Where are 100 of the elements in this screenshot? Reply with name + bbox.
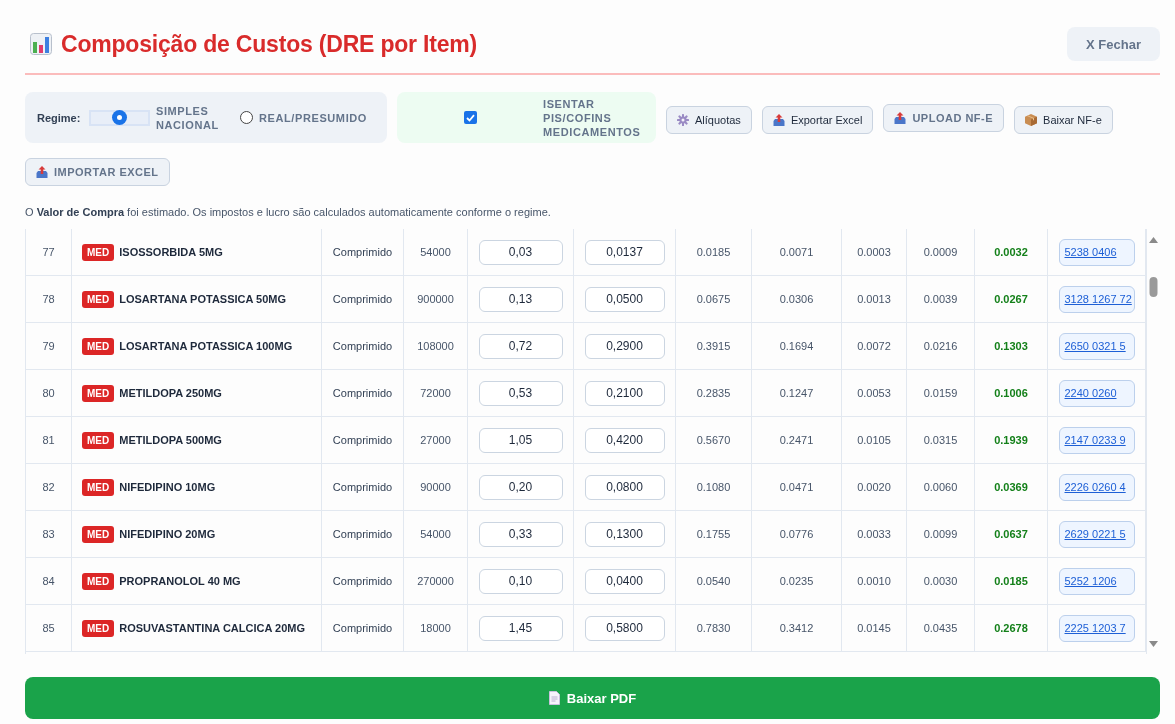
table-cell: 270000 (417, 575, 454, 587)
radio-button[interactable] (239, 111, 253, 124)
table-cell: 27000 (420, 434, 451, 446)
value-input[interactable]: 0,72 (478, 333, 563, 359)
page-title: Composição de Custos (DRE por Item) (61, 30, 477, 58)
link-button[interactable]: 2226 0260 4 (1058, 473, 1135, 501)
table-cell: 72000 (420, 387, 451, 399)
checkbox[interactable] (463, 111, 477, 124)
category-tag: MED (82, 290, 115, 308)
table-cell: 0.1006 (994, 387, 1028, 399)
category-tag: MED (82, 431, 115, 449)
table-cell: 0.0159 (923, 387, 958, 399)
product-name: LOSARTANA POTASSICA 100MG (119, 340, 293, 352)
download-button[interactable]: Baixar NF-e (1014, 106, 1113, 134)
table-cell: 0.0013 (857, 293, 891, 305)
table-cell: 0.0675 (696, 293, 731, 305)
table-cell: 0.0072 (857, 340, 891, 352)
product-name: METILDOPA 500MG (119, 434, 222, 446)
value-input[interactable]: 0,1300 (584, 521, 665, 547)
value-input[interactable]: 0,4200 (584, 427, 665, 453)
value-input[interactable]: 0,0400 (584, 568, 665, 594)
table-cell: 0.3915 (696, 340, 731, 352)
upload-button[interactable]: UPLOAD NF-E (883, 103, 1005, 132)
radio-label[interactable]: SIMPLES NACIONAL (155, 103, 230, 132)
value-input[interactable]: 0,20 (478, 474, 563, 500)
import-button[interactable]: IMPORTAR EXCEL (25, 158, 170, 186)
product-name: PROPRANOLOL 40 MG (119, 575, 241, 587)
table-cell: 0.0306 (779, 293, 814, 305)
table-cell: 0.0235 (779, 575, 814, 587)
value-input[interactable]: 0,53 (478, 380, 563, 406)
table-cell: Comprimido (332, 481, 393, 493)
export-button[interactable]: Exportar Excel (761, 106, 874, 134)
link-button[interactable]: 5252 1206 (1058, 567, 1135, 595)
table-cell: 0.0053 (857, 387, 891, 399)
gear-icon (677, 114, 689, 126)
category-tag: MED (82, 243, 115, 261)
value-input[interactable]: 0,33 (478, 521, 563, 547)
row-number: 84 (42, 575, 55, 587)
link-button[interactable]: 3128 1267 72 (1058, 285, 1135, 313)
link-button[interactable]: 5238 0406 (1058, 238, 1135, 266)
product-name: ISOSSORBIDA 5MG (119, 246, 223, 258)
table-cell: 0.2471 (779, 434, 814, 446)
category-tag: MED (82, 384, 115, 402)
value-input[interactable]: 0,2100 (584, 380, 665, 406)
table-cell: 0.0020 (857, 481, 891, 493)
value-input[interactable]: 0,0800 (584, 474, 665, 500)
close-button[interactable]: X Fechar (1067, 27, 1160, 61)
table-cell: 54000 (420, 246, 451, 258)
category-tag: MED (82, 337, 115, 355)
table-cell: 0.0105 (857, 434, 891, 446)
table-cell: 0.7830 (696, 622, 731, 634)
link-button[interactable]: 2650 0321 5 (1058, 332, 1135, 360)
category-tag: MED (82, 572, 115, 590)
table-cell: 108000 (417, 340, 454, 352)
table-cell: 54000 (420, 528, 451, 540)
table-cell: 0.0435 (923, 622, 958, 634)
table-cell: Comprimido (332, 434, 393, 446)
row-number: 78 (42, 293, 55, 305)
table-cell: 0.0032 (994, 246, 1028, 258)
document-icon (548, 691, 560, 705)
row-number: 81 (42, 434, 55, 446)
radio-label[interactable]: REAL/PRESUMIDO (258, 110, 367, 125)
row-number: 82 (42, 481, 55, 493)
value-input[interactable]: 1,45 (478, 615, 563, 641)
value-input[interactable]: 0,5800 (584, 615, 665, 641)
row-number: 85 (42, 622, 55, 634)
value-input[interactable]: 0,2900 (584, 333, 665, 359)
table-cell: 0.0185 (696, 246, 731, 258)
row-number: 77 (42, 246, 55, 258)
table-cell: 0.0471 (779, 481, 814, 493)
link-button[interactable]: 2240 0260 (1058, 379, 1135, 407)
table-cell: 0.0369 (994, 481, 1028, 493)
link-button[interactable]: 2147 0233 9 (1058, 426, 1135, 454)
link-button[interactable]: 2225 1203 7 (1058, 614, 1135, 642)
value-input[interactable]: 0,0500 (584, 286, 665, 312)
table-cell: 0.0267 (994, 293, 1028, 305)
table-cell: 0.0060 (923, 481, 958, 493)
table-cell: 0.0071 (779, 246, 814, 258)
checkbox-label[interactable]: ISENTAR PIS/COFINS MEDICAMENTOS (543, 96, 647, 139)
table-cell: 0.0185 (994, 575, 1028, 587)
table-cell: 0.1080 (696, 481, 731, 493)
product-name: ROSUVASTANTINA CALCICA 20MG (119, 622, 305, 634)
tray-arrow-icon (36, 166, 48, 178)
radio-button[interactable] (113, 111, 127, 124)
table-cell: 0.3412 (779, 622, 814, 634)
table-cell: 0.0030 (923, 575, 958, 587)
table-cell: 0.0099 (923, 528, 958, 540)
value-input[interactable]: 0,10 (478, 568, 563, 594)
value-input[interactable]: 0,13 (478, 286, 563, 312)
tray-arrow-icon (894, 111, 907, 124)
table-cell: 0.0540 (696, 575, 731, 587)
table-cell: 0.2678 (994, 622, 1028, 634)
value-input[interactable]: 0,0137 (584, 239, 665, 265)
value-input[interactable]: 0,03 (478, 239, 563, 265)
settings-button[interactable]: Alíquotas (666, 106, 752, 134)
category-tag: MED (82, 478, 115, 496)
table-cell: 0.0315 (923, 434, 958, 446)
link-button[interactable]: 2629 0221 5 (1058, 520, 1135, 548)
radio-field[interactable] (89, 109, 150, 126)
value-input[interactable]: 1,05 (478, 427, 563, 453)
